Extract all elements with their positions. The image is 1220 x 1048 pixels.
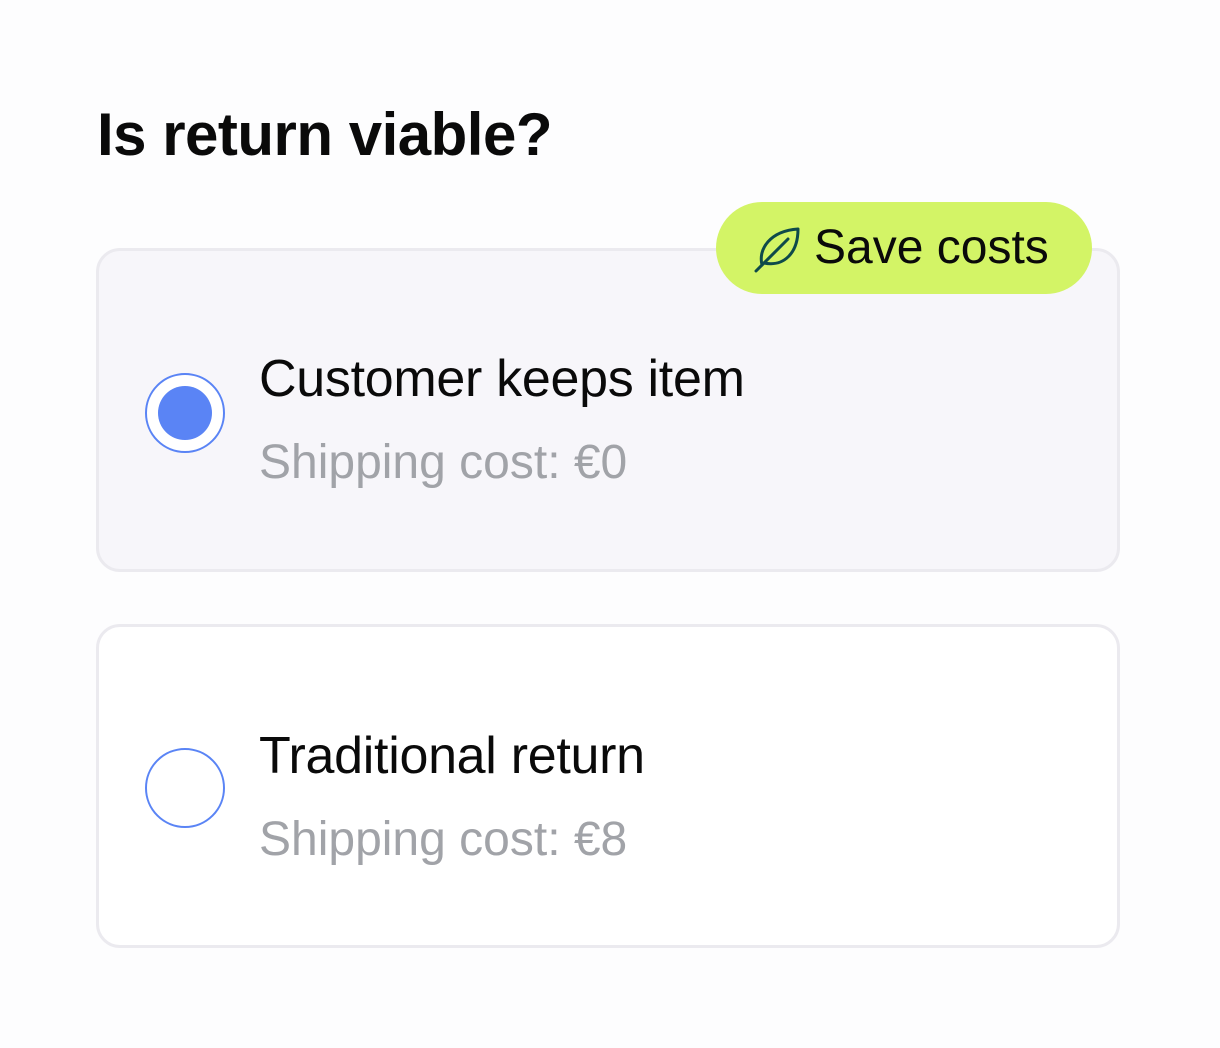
option-title: Traditional return xyxy=(259,727,645,785)
radio-selected[interactable] xyxy=(145,373,225,453)
option-title: Customer keeps item xyxy=(259,350,745,408)
option-shipping-cost: Shipping cost: €0 xyxy=(259,436,628,489)
option-customer-keeps-item[interactable]: Customer keeps item Shipping cost: €0 xyxy=(96,248,1120,572)
radio-selected-dot xyxy=(158,386,212,440)
badge-label: Save costs xyxy=(814,221,1049,274)
option-shipping-cost: Shipping cost: €8 xyxy=(259,813,628,866)
radio-unselected[interactable] xyxy=(145,748,225,828)
leaf-icon xyxy=(754,227,800,273)
option-traditional-return[interactable]: Traditional return Shipping cost: €8 xyxy=(96,624,1120,948)
save-costs-badge: Save costs xyxy=(716,202,1092,294)
page-title: Is return viable? xyxy=(97,101,552,168)
